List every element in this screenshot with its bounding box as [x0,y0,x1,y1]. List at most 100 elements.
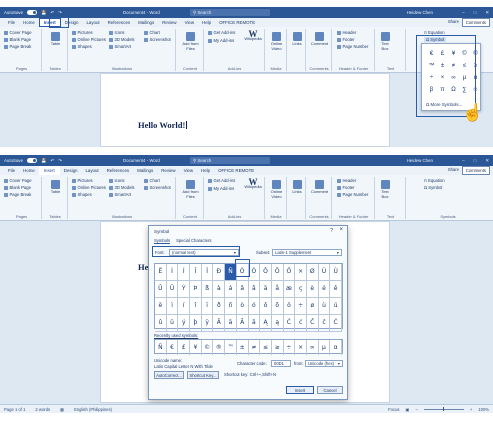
cover-page-button[interactable]: Cover Page [4,178,32,183]
shortcut-key-button[interactable]: Shortcut Key... [187,371,219,379]
character-cell[interactable]: Û [155,281,167,298]
screenshot-button[interactable]: Screenshot [144,185,171,190]
character-cell[interactable]: ÿ [201,315,214,332]
footer-button[interactable]: Footer [337,185,355,190]
tab-mailings[interactable]: Mailings [134,18,158,27]
tab-file[interactable]: File [4,166,19,175]
tab-review[interactable]: Review [158,18,180,27]
minimize-icon[interactable]: – [462,158,464,164]
character-cell[interactable]: ą [271,315,284,332]
recent-symbol-cell[interactable]: ≠ [249,340,261,355]
character-cell[interactable]: Ā [213,315,226,332]
character-cell[interactable]: Í [178,264,191,281]
character-cell[interactable]: ò [236,298,249,315]
character-cell[interactable]: å [271,281,284,298]
comments-button[interactable]: Comments [461,166,490,175]
chart-button[interactable]: Chart [144,178,160,183]
character-cell[interactable]: ă [248,315,261,332]
character-cell[interactable]: ä [260,281,272,298]
character-cell[interactable]: Ý [178,281,191,298]
character-cell[interactable]: Ċ [330,315,342,332]
tab-view[interactable]: View [180,166,197,175]
tab-help[interactable]: Help [197,166,214,175]
user-name[interactable]: Heidew Chen [407,10,433,15]
online-pictures-button[interactable]: Online Pictures [72,185,106,190]
character-cell[interactable]: ć [295,315,307,332]
character-cell[interactable]: ó [248,298,261,315]
pictures-button[interactable]: Pictures [72,30,93,35]
online-video-button[interactable]: Online Video [267,180,286,199]
text-box-button[interactable]: Text Box [378,180,392,199]
shapes-button[interactable]: Shapes [72,192,92,197]
character-cell[interactable]: Ì [166,264,179,281]
smartart-button[interactable]: SmartArt [109,44,131,49]
comment-button[interactable]: Comment [309,32,330,47]
recent-symbol-cell[interactable]: × [295,340,307,355]
character-cell[interactable]: Ô [260,264,272,281]
icons-button[interactable]: Icons [109,30,125,35]
character-cell[interactable]: Ö [283,264,296,281]
character-cell[interactable]: Ó [248,264,261,281]
recent-symbol-cell[interactable]: € [167,340,179,355]
character-cell[interactable]: é [318,281,331,298]
language-indicator[interactable]: English (Philippines) [74,407,112,412]
recent-symbol-cell[interactable]: ¥ [190,340,202,355]
character-cell[interactable]: æ [283,281,296,298]
page-break-button[interactable]: Page Break [4,44,31,49]
3d-models-button[interactable]: 3D Models [109,185,135,190]
cancel-button[interactable]: Cancel [317,386,343,394]
share-button[interactable]: Share [448,19,459,24]
footer-button[interactable]: Footer [337,37,355,42]
chart-button[interactable]: Chart [144,30,160,35]
3d-models-button[interactable]: 3D Models [109,37,135,42]
character-cell[interactable]: Ú [330,264,342,281]
recent-symbol-cell[interactable]: ® [213,340,226,355]
save-icon[interactable]: 💾 [41,158,46,164]
help-button[interactable]: ? [330,228,333,234]
tab-layout[interactable]: Layout [81,166,102,175]
redo-icon[interactable]: ↷ [58,10,62,16]
page-break-button[interactable]: Page Break [4,192,31,197]
character-cell[interactable]: à [213,281,226,298]
online-pictures-button[interactable]: Online Pictures [72,37,106,42]
character-cell[interactable]: ü [166,315,179,332]
tab-home[interactable]: Home [19,166,39,175]
tab-mailings[interactable]: Mailings [133,166,157,175]
character-cell[interactable]: Ć [283,315,296,332]
zoom-out-icon[interactable]: – [415,407,417,412]
character-cell[interactable]: Ą [260,315,272,332]
tab-symbols[interactable]: Symbols [154,238,171,244]
wikipedia-button[interactable]: W Wikipedia [243,178,263,189]
my-addins-button[interactable]: My Add-ins [208,186,234,191]
links-button[interactable]: Links [289,180,305,195]
recent-symbol-cell[interactable]: α [330,340,342,355]
autosave-toggle[interactable] [27,10,38,15]
character-cell[interactable]: ñ [225,298,237,315]
recent-symbol-cell[interactable]: ÷ [284,340,296,355]
my-addins-button[interactable]: My Add-ins [208,38,234,43]
tab-references[interactable]: References [104,18,134,27]
character-cell[interactable]: î [190,298,202,315]
undo-icon[interactable]: ↶ [51,10,55,16]
character-cell[interactable]: Õ [271,264,284,281]
character-cell[interactable]: þ [190,315,202,332]
online-video-button[interactable]: Online Video [267,32,286,51]
character-cell[interactable]: Ð [213,264,226,281]
recent-symbol-cell[interactable]: £ [178,340,191,355]
cover-page-button[interactable]: Cover Page [4,30,32,35]
close-icon[interactable]: ✕ [485,10,489,16]
tab-references[interactable]: References [103,166,133,175]
comments-button[interactable]: Comments [461,18,490,27]
recent-symbol-cell[interactable]: ≥ [272,340,284,355]
table-button[interactable]: Table [47,180,64,195]
recent-symbol-cell[interactable]: ∞ [307,340,319,355]
redo-icon[interactable]: ↷ [58,158,62,164]
get-addins-button[interactable]: Get Add-ins [208,30,235,35]
insert-button[interactable]: Insert [286,386,314,394]
get-addins-button[interactable]: Get Add-ins [208,178,235,183]
character-cell[interactable]: á [225,281,237,298]
character-cell[interactable]: Þ [190,281,202,298]
screenshot-button[interactable]: Screenshot [144,37,171,42]
from-select[interactable]: Unicode (hex) ▾ [305,360,343,367]
table-button[interactable]: Table [47,32,64,47]
